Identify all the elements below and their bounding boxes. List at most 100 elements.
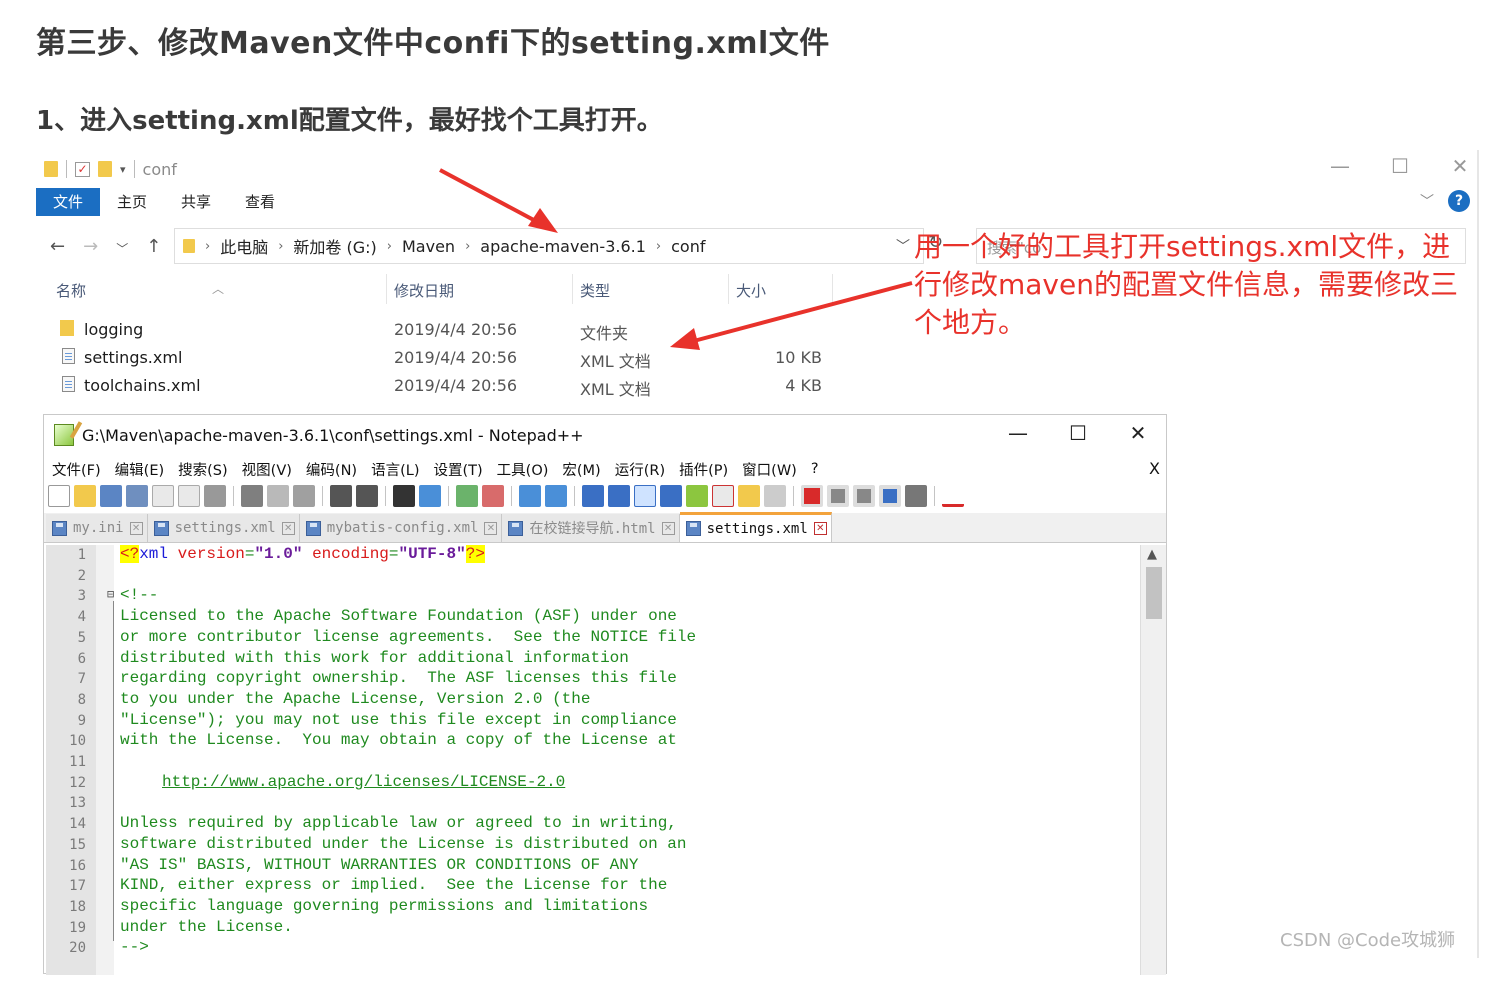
vertical-scrollbar[interactable]: ▲ [1140, 545, 1166, 975]
menu-file[interactable]: 文件(F) [44, 459, 108, 480]
run-macro-multiple-icon[interactable] [879, 485, 901, 507]
menu-language[interactable]: 语言(L) [364, 459, 426, 480]
redo-icon[interactable] [356, 485, 378, 507]
chevron-right-icon[interactable]: › [205, 239, 210, 254]
breadcrumb-this-pc[interactable]: 此电脑 [220, 234, 268, 258]
breadcrumb-drive[interactable]: 新加卷 (G:) [293, 234, 376, 258]
word-wrap-icon[interactable] [582, 485, 604, 507]
maximize-icon[interactable]: ☐ [1068, 421, 1088, 445]
chevron-right-icon[interactable]: › [656, 239, 661, 254]
save-all-icon[interactable] [126, 485, 148, 507]
menu-window[interactable]: 窗口(W) [735, 459, 804, 480]
customize-chevron-icon[interactable]: ▾ [120, 163, 126, 176]
show-all-characters-icon[interactable] [608, 485, 630, 507]
tab-share[interactable]: 共享 [164, 188, 228, 216]
spell-check-icon[interactable] [942, 485, 964, 507]
monitoring-icon[interactable] [764, 485, 786, 507]
license-url-link[interactable]: http://www.apache.org/licenses/LICENSE-2… [162, 773, 565, 791]
print-icon[interactable] [204, 485, 226, 507]
tab-view[interactable]: 查看 [228, 188, 292, 216]
help-icon[interactable]: ? [1448, 190, 1470, 212]
divider[interactable] [832, 274, 833, 304]
close-tab-icon[interactable]: ✕ [281, 521, 295, 535]
menu-edit[interactable]: 编辑(E) [108, 459, 171, 480]
minimize-icon[interactable]: — [1330, 154, 1350, 178]
tab-home[interactable]: 主页 [100, 188, 164, 216]
close-tab-icon[interactable]: ✕ [813, 522, 827, 535]
folder-icon[interactable] [44, 161, 58, 177]
indent-guide-icon[interactable] [634, 485, 656, 507]
maximize-icon[interactable]: ☐ [1390, 154, 1410, 178]
sync-vertical-icon[interactable] [519, 485, 541, 507]
zoom-out-icon[interactable] [482, 485, 504, 507]
replace-icon[interactable] [419, 485, 441, 507]
open-file-icon[interactable] [74, 485, 96, 507]
close-document-button[interactable]: X [1149, 459, 1160, 478]
copy-icon[interactable] [267, 485, 289, 507]
recent-locations-icon[interactable]: ﹀ [116, 236, 128, 257]
new-file-icon[interactable] [48, 485, 70, 507]
paste-icon[interactable] [293, 485, 315, 507]
properties-icon[interactable]: ✓ [75, 161, 90, 177]
menu-encoding[interactable]: 编码(N) [299, 459, 364, 480]
close-tab-icon[interactable]: ✕ [661, 521, 675, 535]
new-folder-icon[interactable] [98, 161, 112, 177]
breadcrumb-conf[interactable]: conf [671, 237, 705, 256]
forward-icon[interactable]: → [83, 236, 98, 257]
divider[interactable] [386, 274, 387, 304]
file-row[interactable]: settings.xml 2019/4/4 20:56 XML 文档 10 KB [36, 344, 936, 372]
folder-as-workspace-icon[interactable] [738, 485, 760, 507]
menu-settings[interactable]: 设置(T) [426, 459, 489, 480]
divider[interactable] [728, 274, 729, 304]
tab-document[interactable]: my.ini ✕ [46, 514, 148, 542]
file-row[interactable]: toolchains.xml 2019/4/4 20:56 XML 文档 4 K… [36, 372, 936, 400]
stop-macro-icon[interactable] [827, 485, 849, 507]
close-all-icon[interactable] [178, 485, 200, 507]
chevron-right-icon[interactable]: › [387, 239, 392, 254]
tab-document[interactable]: 在校链接导航.html ✕ [502, 514, 680, 542]
menu-search[interactable]: 搜索(S) [171, 459, 235, 480]
menu-run[interactable]: 运行(R) [608, 459, 672, 480]
column-size[interactable]: 大小 [736, 280, 766, 301]
zoom-in-icon[interactable] [456, 485, 478, 507]
chevron-right-icon[interactable]: › [465, 239, 470, 254]
cut-icon[interactable] [241, 485, 263, 507]
menu-help[interactable]: ? [804, 461, 826, 477]
up-icon[interactable]: ↑ [146, 236, 161, 257]
undo-icon[interactable] [330, 485, 352, 507]
tab-document[interactable]: mybatis-config.xml ✕ [299, 514, 503, 542]
expand-ribbon-icon[interactable]: ﹀ [1420, 191, 1434, 211]
fold-toggle-icon[interactable]: ⊟ [107, 587, 114, 601]
divider[interactable] [572, 274, 573, 304]
record-macro-icon[interactable] [801, 485, 823, 507]
function-list-icon[interactable] [712, 485, 734, 507]
code-editor[interactable]: 1 2 3 <!-- 4 Licensed to the Apache Software … [46, 545, 1166, 975]
find-icon[interactable] [393, 485, 415, 507]
column-date[interactable]: 修改日期 [394, 280, 454, 301]
address-bar[interactable]: › 此电脑 › 新加卷 (G:) › Maven › apache-maven-… [174, 228, 924, 264]
menu-tools[interactable]: 工具(O) [490, 459, 556, 480]
address-dropdown-icon[interactable]: ﹀ [896, 236, 910, 256]
breadcrumb-apache-maven[interactable]: apache-maven-3.6.1 [480, 237, 646, 256]
document-map-icon[interactable] [686, 485, 708, 507]
play-macro-icon[interactable] [853, 485, 875, 507]
file-row[interactable]: logging 2019/4/4 20:56 文件夹 [36, 316, 936, 344]
scroll-up-icon[interactable]: ▲ [1147, 547, 1157, 562]
tab-document-active[interactable]: settings.xml ✕ [679, 512, 832, 542]
user-defined-language-icon[interactable] [660, 485, 682, 507]
close-icon[interactable]: ✕ [1128, 421, 1148, 445]
minimize-icon[interactable]: — [1008, 421, 1028, 445]
breadcrumb-maven[interactable]: Maven [402, 237, 455, 256]
menu-macro[interactable]: 宏(M) [555, 459, 607, 480]
save-icon[interactable] [100, 485, 122, 507]
close-file-icon[interactable] [152, 485, 174, 507]
tab-document[interactable]: settings.xml ✕ [147, 514, 300, 542]
close-tab-icon[interactable]: ✕ [484, 521, 498, 535]
column-type[interactable]: 类型 [580, 280, 610, 301]
chevron-right-icon[interactable]: › [278, 239, 283, 254]
close-tab-icon[interactable]: ✕ [129, 521, 143, 535]
save-macro-icon[interactable] [905, 485, 927, 507]
scrollbar-thumb[interactable] [1146, 567, 1162, 619]
sync-horizontal-icon[interactable] [545, 485, 567, 507]
back-icon[interactable]: ← [50, 236, 65, 257]
